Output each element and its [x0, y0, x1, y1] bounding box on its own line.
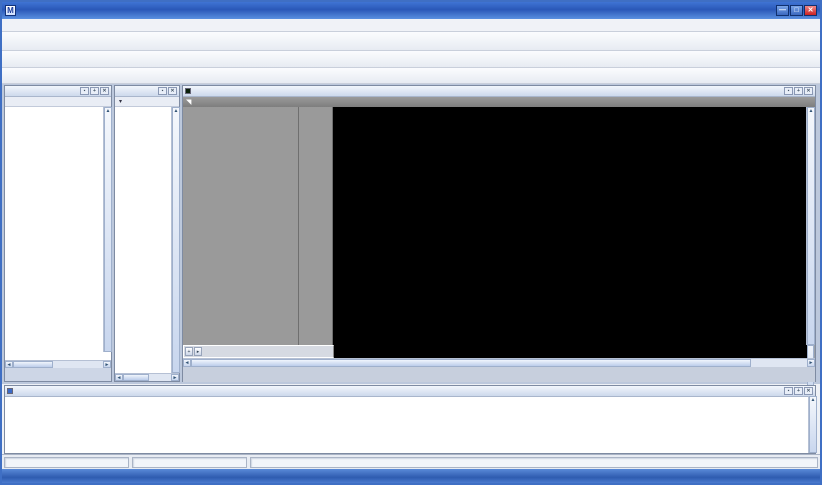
sim-column-header[interactable] [5, 97, 111, 107]
wave-timeline[interactable] [334, 345, 807, 358]
sim-float-icon[interactable]: + [90, 87, 99, 95]
sim-pin-icon[interactable]: ▪ [80, 87, 89, 95]
objects-filter-row[interactable]: ▾ [115, 97, 179, 107]
wave-vscrollbar[interactable]: ▲ [806, 107, 814, 345]
objects-panel: ▪ ✕ ▾ ▲ ◄► [114, 85, 180, 382]
wave-panel: ▪ + ✕ ◥ ▲ + ▸ [182, 85, 816, 382]
close-button[interactable]: ✕ [804, 5, 817, 16]
wave-panel-titlebar[interactable]: ▪ + ✕ [183, 86, 815, 97]
sim-hscrollbar[interactable]: ◄► [5, 360, 111, 368]
transcript-float-icon[interactable]: + [794, 387, 803, 395]
toolbar-misc [2, 68, 820, 84]
transcript-close-icon[interactable]: ✕ [804, 387, 813, 395]
objects-hscrollbar[interactable]: ◄► [115, 373, 179, 381]
wave-pin-icon[interactable]: ▪ [784, 87, 793, 95]
transcript-panel: ▪ + ✕ ▲ [4, 385, 816, 454]
objects-list [115, 107, 172, 373]
window-controls: — □ ✕ [776, 5, 817, 16]
wave-body: ▲ [183, 107, 815, 345]
wave-signal-values[interactable] [299, 107, 333, 345]
window-bottom-frame [2, 469, 820, 483]
wave-pointer-icon: ◥ [186, 98, 191, 106]
transcript-icon [7, 388, 13, 394]
menu-bar [2, 19, 820, 32]
status-context-cell [132, 457, 247, 468]
transcript-vscrollbar[interactable]: ▲ [808, 396, 815, 453]
wave-tab-bar [183, 367, 815, 382]
maximize-button[interactable]: □ [790, 5, 803, 16]
status-spacer-cell [250, 457, 818, 468]
status-bar [2, 454, 820, 469]
cursor-lock-button[interactable]: ▸ [194, 347, 202, 356]
wave-hscrollbar[interactable]: ◄► [183, 358, 815, 367]
modelsim-window: M — □ ✕ ▪ + ✕ ▲ [0, 0, 822, 485]
wave-signal-names[interactable] [183, 107, 299, 345]
filter-dropdown-icon[interactable]: ▾ [119, 98, 122, 105]
wave-now-bar: + ▸ [183, 345, 815, 358]
wave-window-icon [185, 88, 191, 94]
transcript-log[interactable] [6, 396, 806, 453]
transcript-pin-icon[interactable]: ▪ [784, 387, 793, 395]
objects-panel-titlebar[interactable]: ▪ ✕ [115, 86, 179, 97]
sim-panel-tabs [5, 368, 111, 381]
workspace: ▪ + ✕ ▲ ◄► ▪ ✕ [2, 84, 820, 384]
cursor-add-button[interactable]: + [185, 347, 193, 356]
modelsim-logo-icon: M [5, 5, 16, 16]
objects-vscrollbar[interactable]: ▲ [171, 107, 178, 373]
objects-pin-icon[interactable]: ▪ [158, 87, 167, 95]
title-bar[interactable]: M — □ ✕ [2, 2, 820, 19]
objects-close-icon[interactable]: ✕ [168, 87, 177, 95]
sim-panel: ▪ + ✕ ▲ ◄► [4, 85, 112, 382]
minimize-button[interactable]: — [776, 5, 789, 16]
toolbar-main [2, 32, 820, 51]
now-bar-left: + ▸ [183, 345, 334, 358]
sim-close-icon[interactable]: ✕ [100, 87, 109, 95]
status-time-cell [4, 457, 129, 468]
wave-column-header[interactable]: ◥ [183, 97, 815, 107]
sim-vscrollbar[interactable]: ▲ [103, 107, 110, 352]
wave-canvas[interactable] [333, 107, 806, 345]
sim-panel-titlebar[interactable]: ▪ + ✕ [5, 86, 111, 97]
instance-tree [5, 107, 104, 352]
toolbar-wave [2, 51, 820, 68]
wave-float-icon[interactable]: + [794, 87, 803, 95]
wave-close-icon[interactable]: ✕ [804, 87, 813, 95]
